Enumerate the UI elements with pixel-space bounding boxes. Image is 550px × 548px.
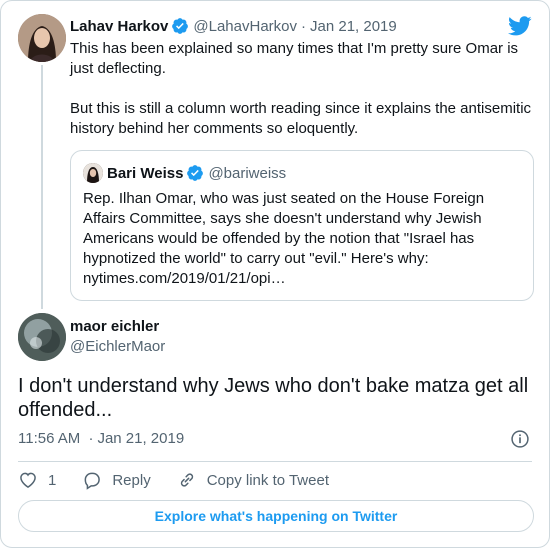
reply-icon: [84, 472, 101, 490]
thread-connector-line: [41, 65, 43, 309]
parent-tweet-text: This has been explained so many times th…: [70, 39, 540, 139]
heart-icon: [20, 472, 36, 488]
parent-tweet-header: Lahav Harkov @LahavHarkov · Jan 21, 2019: [70, 16, 397, 36]
header-separator: ·: [301, 17, 306, 35]
reply-date: Jan 21, 2019: [97, 430, 185, 447]
reply-author-name[interactable]: maor eichler: [70, 318, 159, 335]
reply-time: 11:56 AM: [18, 430, 81, 447]
parent-author-name[interactable]: Lahav Harkov: [70, 18, 168, 35]
timestamp-separator: ·: [88, 430, 94, 447]
quoted-author-name: Bari Weiss: [107, 164, 184, 182]
quoted-author-handle: @bariweiss: [208, 164, 287, 182]
embedded-tweet-card: Lahav Harkov @LahavHarkov · Jan 21, 2019…: [0, 0, 550, 548]
twitter-logo-icon[interactable]: [508, 14, 532, 38]
parent-tweet-date[interactable]: Jan 21, 2019: [310, 18, 397, 35]
reply-author-handle[interactable]: @EichlerMaor: [70, 338, 165, 355]
reply-label: Reply: [112, 471, 151, 489]
quoted-tweet-header: Bari Weiss @bariweiss: [83, 163, 286, 183]
parent-author-avatar[interactable]: [18, 14, 66, 62]
verified-badge-icon: [171, 17, 189, 35]
action-divider: [18, 461, 532, 462]
quoted-tweet[interactable]: Bari Weiss @bariweiss Rep. Ilhan Omar, w…: [70, 150, 534, 301]
parent-author-handle[interactable]: @LahavHarkov: [193, 18, 297, 35]
quoted-author-avatar: [83, 163, 103, 183]
parent-paragraph-1: This has been explained so many times th…: [70, 40, 519, 77]
copy-link-button[interactable]: Copy link to Tweet: [177, 470, 329, 490]
reply-author-avatar[interactable]: [18, 313, 66, 361]
quoted-tweet-text: Rep. Ilhan Omar, who was just seated on …: [83, 190, 485, 287]
reply-button[interactable]: Reply: [82, 470, 151, 490]
verified-badge-icon: [186, 164, 204, 182]
reply-tweet-text: I don't understand why Jews who don't ba…: [18, 375, 529, 421]
parent-paragraph-2: But this is still a column worth reading…: [70, 100, 532, 137]
link-icon: [180, 473, 193, 487]
like-button[interactable]: 1: [18, 470, 56, 490]
copy-link-label: Copy link to Tweet: [206, 471, 329, 489]
info-icon[interactable]: [510, 429, 530, 449]
action-bar: 1 Reply Copy link to Tweet: [18, 470, 355, 490]
explore-twitter-button[interactable]: Explore what's happening on Twitter: [18, 500, 534, 532]
reply-timestamp[interactable]: 11:56 AM · Jan 21, 2019: [18, 430, 184, 447]
like-count: 1: [48, 471, 57, 489]
